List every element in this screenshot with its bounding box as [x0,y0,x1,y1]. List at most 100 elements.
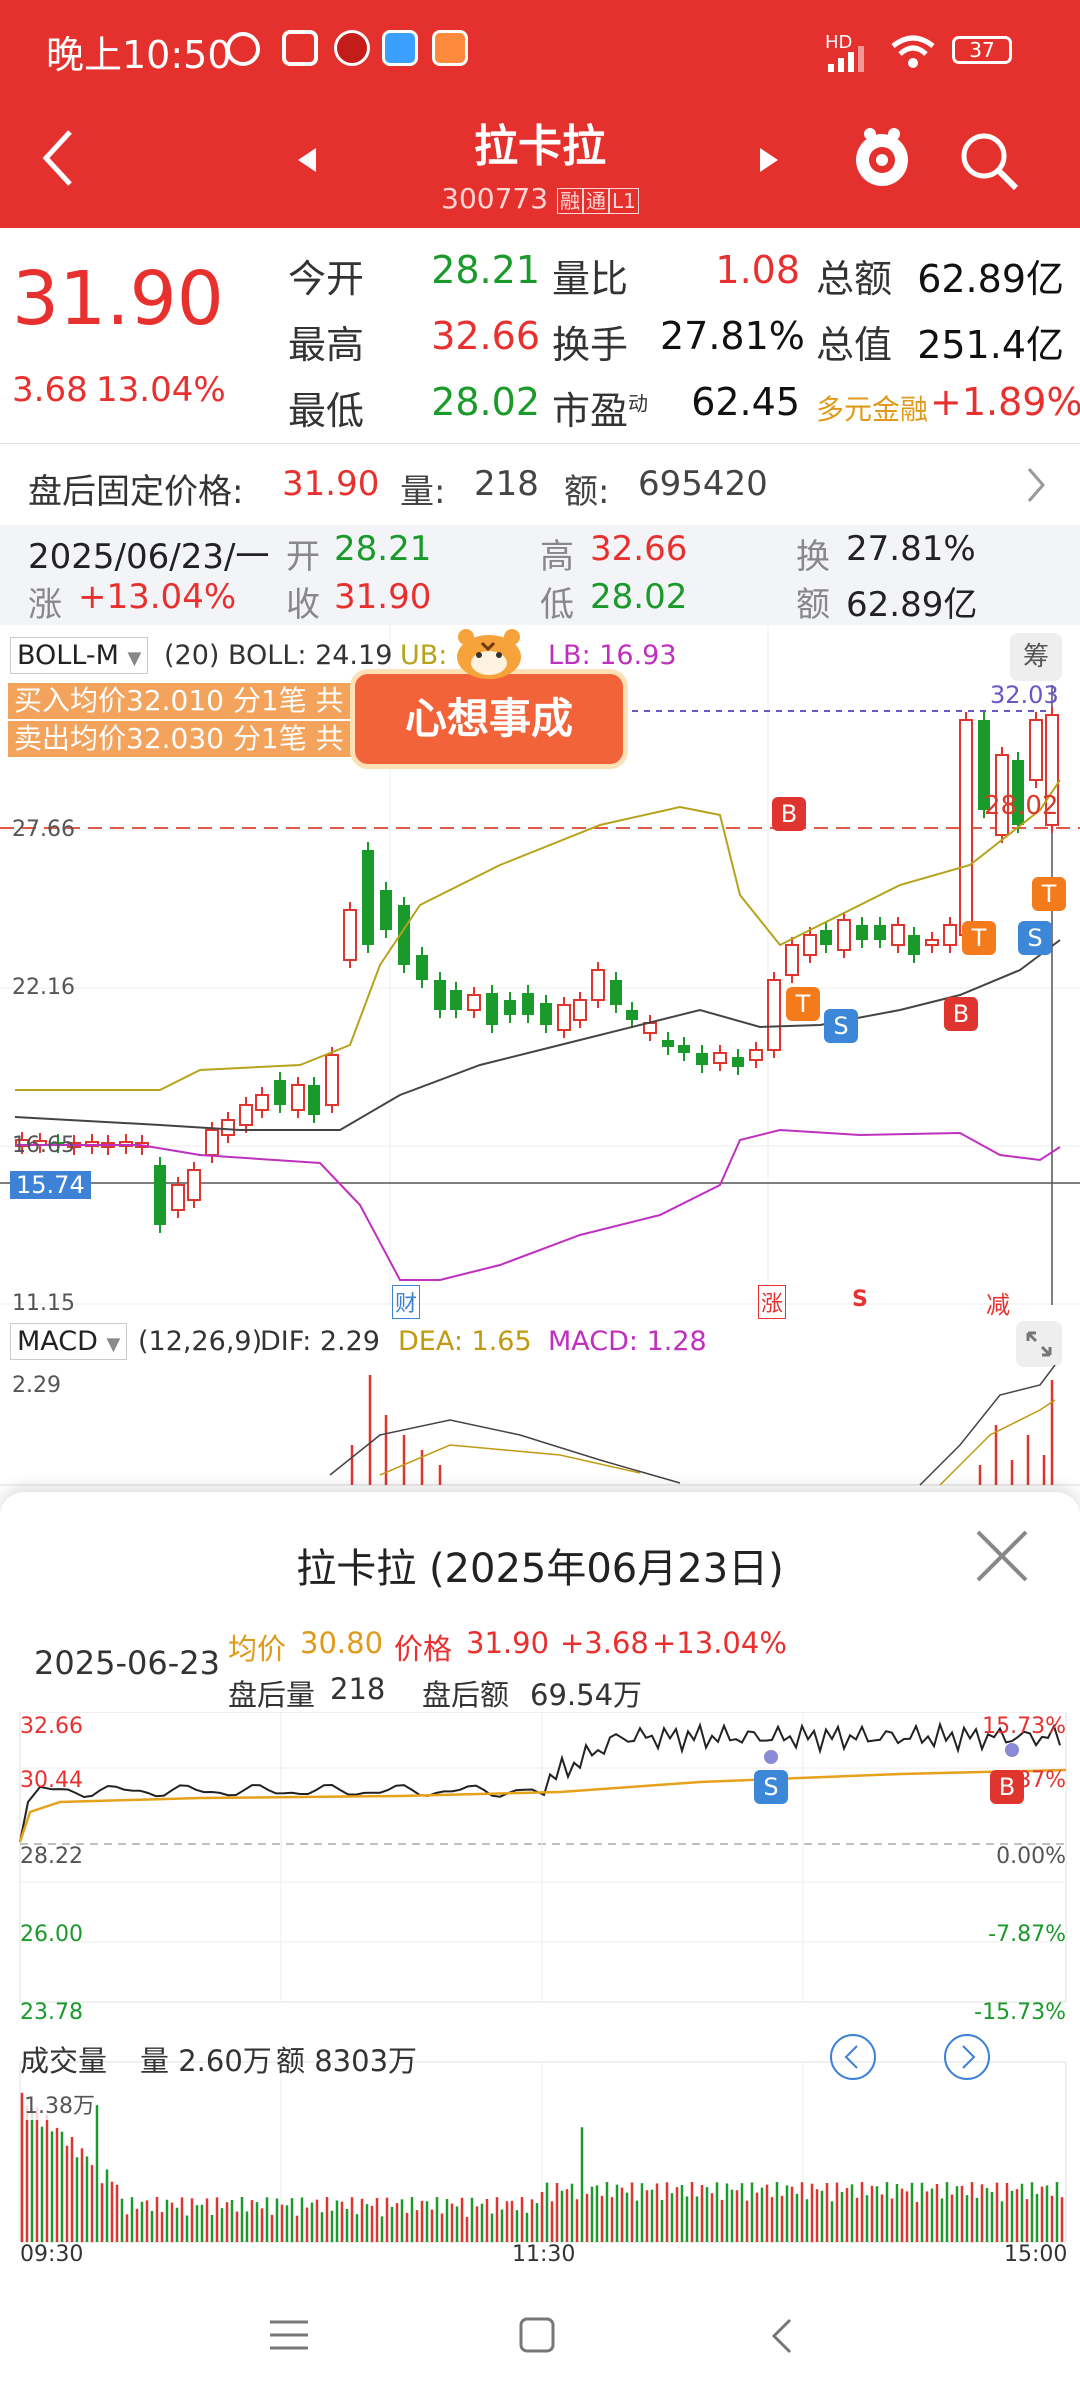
kline-chart[interactable]: BOLL-M ▼ (20) BOLL: 24.19 UB: LB: 16.93 … [0,625,1080,1319]
label-turnover: 换手 [552,323,629,367]
y-axis-16-65: 16.65 [12,1133,75,1158]
after-hours-label: 盘后固定价格: [28,472,244,512]
day-open-label: 开 [286,537,320,577]
label-mkt-cap: 总值 [816,323,893,367]
tag-l1: L1 [608,188,639,214]
stock-code-line: 300773 融通 L1 [0,182,1080,215]
avg-label: 均价 [228,1632,287,1666]
y-left-2: 28.22 [20,1844,83,1869]
candle-body [325,1054,339,1106]
event-s[interactable]: S [852,1287,868,1312]
sector-name[interactable]: 多元金融 [816,388,928,428]
back-nav-icon[interactable] [770,2316,794,2360]
value-low: 28.02 [431,380,540,424]
candle-body [504,1000,516,1015]
buy-avg-banner: 买入均价32.010 分1笔 共 [8,683,354,719]
y-axis-22-16: 22.16 [12,975,75,1000]
candle-body [380,890,392,930]
candle-body [362,850,374,945]
prev-day-button[interactable] [828,2032,878,2086]
price-pct: +13.04% [652,1626,787,1660]
high-line-label: 32.03 [990,681,1059,709]
candle-body [662,1040,674,1047]
candle-body [205,1129,219,1156]
label-pe-text: 市盈 [552,389,629,433]
close-icon[interactable] [974,1528,1030,1588]
after-hours-bar[interactable]: 盘后固定价格: 31.90 量: 218 额: 695420 [0,443,1080,527]
last-price: 31.90 [12,256,224,342]
ah-vol-label: 盘后量 [228,1678,316,1712]
candle-body [416,955,428,980]
price-label: 价格 [394,1632,453,1666]
candle-body [291,1084,305,1111]
macd-dea-line-2 [939,1399,1056,1486]
signal-b-2[interactable]: B [944,997,978,1031]
candle-body [274,1080,286,1105]
day-close-label: 收 [286,585,320,625]
sell-avg-text: 卖出均价32.030 分1笔 共 [14,722,344,755]
intraday-avg-line [18,1768,1067,1843]
macd-panel[interactable]: MACD ▼ (12,26,9) DIF: 2.29 DEA: 1.65 MAC… [0,1315,1080,1487]
candle-body [891,924,905,946]
battery-icon: 37 [952,36,1012,64]
candle-body [767,979,781,1051]
after-hours-amt: 695420 [638,464,768,504]
tag-tong: 通 [582,188,609,214]
candle-body [557,1004,571,1031]
signal-t-1[interactable]: T [786,987,820,1021]
label-amount: 总额 [816,257,893,301]
indicator-select[interactable]: BOLL-M ▼ [10,637,149,674]
label-pe: 市盈动 [552,380,648,435]
candle-body [434,980,446,1010]
candle-body [678,1045,690,1053]
ah-amt: 69.54万 [530,1678,643,1712]
candle-body [522,993,534,1015]
candle-body [908,935,920,955]
assistant-icon[interactable] [850,124,914,200]
macd-select[interactable]: MACD ▼ [10,1323,128,1360]
intraday-canvas[interactable] [0,1712,1080,2272]
menu-icon[interactable] [268,2318,310,2356]
signal-t-3[interactable]: T [1032,877,1066,911]
home-icon[interactable] [518,2316,556,2358]
signal-s-1[interactable]: S [824,1009,858,1043]
y-right-4: -15.73% [974,2000,1066,2025]
macd-dea: DEA: 1.65 [398,1326,532,1357]
intraday-signal-b[interactable]: B [990,1770,1024,1804]
app-header: 晚上10:50 HD 37 拉卡拉 300773 融通 L1 [0,0,1080,228]
event-zhang[interactable]: 涨 [758,1285,787,1319]
signal-icon [826,46,876,76]
chip-button[interactable]: 筹 [1010,633,1062,681]
after-hours-amt-label: 额: [564,472,610,512]
candle-body [732,1057,744,1067]
battery-level: 37 [969,38,995,62]
value-mkt-cap: 251.4亿 [917,323,1064,367]
intraday-signal-s[interactable]: S [754,1770,788,1804]
signal-s-2[interactable]: S [1018,921,1052,955]
candle-body [467,994,481,1011]
macd-dif-line-2 [919,1365,1056,1486]
chevron-down-icon: ▼ [106,1334,121,1355]
signal-t-2[interactable]: T [962,921,996,955]
candle-body [610,980,622,1005]
search-icon[interactable] [958,130,1020,196]
label-open: 今开 [288,257,365,301]
status-time: 晚上10:50 [46,33,232,77]
day-low-label: 低 [540,585,574,625]
y-axis-11-15: 11.15 [12,1291,75,1316]
y-right-0: 15.73% [982,1714,1066,1739]
boll-mid-line [14,939,1061,1131]
signal-b-1[interactable]: B [772,797,806,831]
candle-body [696,1053,708,1065]
next-stock-button[interactable] [758,146,780,178]
sheet-title: 拉卡拉 (2025年06月23日) [296,1546,784,1592]
sector-change[interactable]: +1.89% [930,380,1080,424]
next-day-button[interactable] [942,2032,992,2086]
expand-icon[interactable] [1016,1321,1062,1367]
candle-body [803,934,817,956]
amt-total: 额 8303万 [276,2044,418,2078]
candle-body [925,939,939,946]
vol-total: 量 2.60万 [140,2044,272,2078]
candle-body [187,1169,201,1201]
event-cai[interactable]: 财 [392,1285,421,1319]
